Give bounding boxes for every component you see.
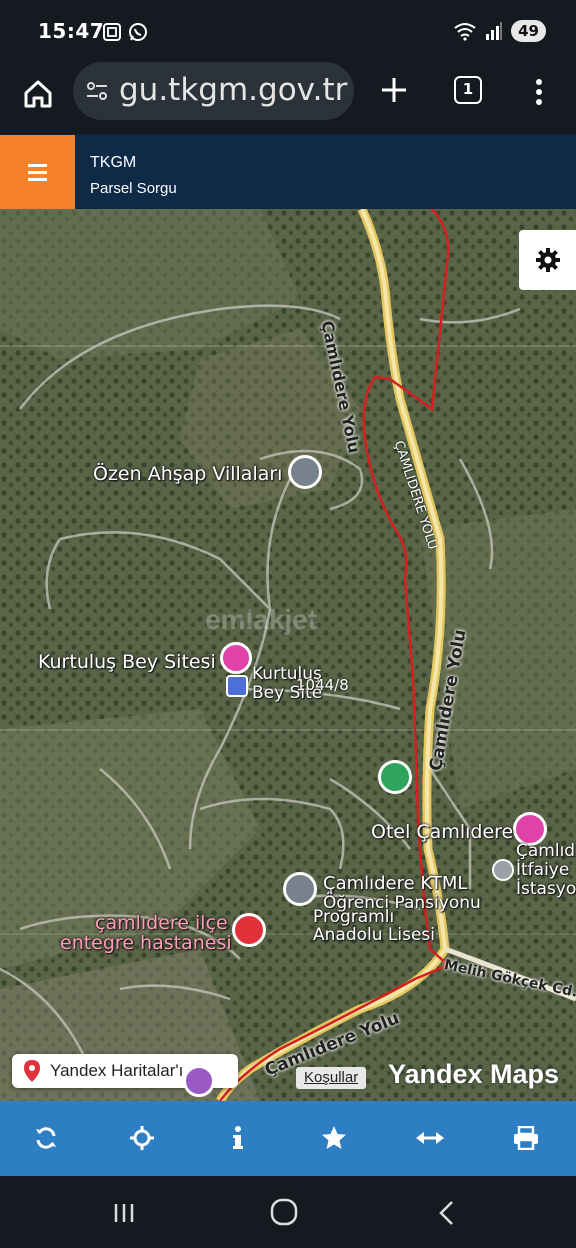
park-pin-icon[interactable] (378, 760, 412, 794)
app-header: TKGM Parsel Sorgu (0, 134, 576, 210)
place-itfaiye-line2: İtfaiye (516, 860, 570, 880)
home-nav-icon[interactable] (264, 1196, 304, 1230)
print-button[interactable] (511, 1123, 541, 1153)
battery-indicator: 49 (511, 20, 546, 42)
status-icons-right: 49 (453, 20, 546, 42)
browser-toolbar: gu.tkgm.gov.tr 1 (0, 62, 576, 134)
measure-icon (416, 1132, 444, 1144)
refresh-icon (36, 1127, 56, 1149)
screenshot-icon (103, 23, 121, 41)
hamburger-line (28, 164, 47, 167)
place-ktml-line1[interactable]: Çamlıdere KTML (323, 873, 467, 894)
school-pin-icon[interactable] (283, 872, 317, 906)
new-tab-icon[interactable] (378, 74, 410, 106)
place-hastane-line2: entegre hastanesi (60, 932, 232, 954)
recents-icon[interactable] (104, 1196, 144, 1230)
address-bar[interactable]: gu.tkgm.gov.tr (73, 62, 354, 120)
place-lise-line2: Anadolu Lisesi (313, 925, 436, 945)
whatsapp-icon (129, 23, 147, 41)
hotel-pin-icon[interactable] (220, 642, 252, 674)
place-hastane-line1[interactable]: çamlıdere ilçe (95, 912, 228, 934)
place-lise-line1: Programlı (313, 907, 395, 927)
print-icon (514, 1126, 538, 1150)
app-title: TKGM (90, 154, 137, 171)
tab-switcher-button[interactable]: 1 (454, 76, 482, 104)
yandex-maps-logo: Yandex Maps (388, 1059, 560, 1089)
status-time: 15:47 (38, 19, 105, 43)
gear-icon (535, 248, 560, 272)
place-kurtulus-bey-sitesi[interactable]: Kurtuluş Bey Sitesi (38, 651, 216, 673)
map-settings-button[interactable] (519, 230, 576, 290)
terms-link[interactable]: Koşullar (296, 1067, 367, 1089)
lodging-icon[interactable] (226, 675, 248, 697)
info-icon (233, 1126, 243, 1149)
site-settings-icon[interactable] (85, 79, 109, 103)
home-icon[interactable] (18, 74, 58, 114)
wifi-icon (454, 23, 476, 41)
star-icon (322, 1126, 346, 1149)
fire-station-pin-icon[interactable] (492, 859, 514, 881)
app-subtitle: Parsel Sorgu (90, 180, 177, 197)
map-toolbar (0, 1101, 576, 1176)
emlakjet-watermark: emlakjet (205, 604, 318, 635)
parcel-number-label: 1044/8 (296, 676, 349, 694)
museum-pin-icon[interactable] (183, 1065, 215, 1097)
menu-button[interactable] (0, 135, 75, 210)
back-icon[interactable] (426, 1196, 466, 1230)
place-ozen-villalari[interactable]: Özen Ahşap Villaları (93, 463, 282, 485)
favorite-button[interactable] (319, 1123, 349, 1153)
locate-icon (130, 1126, 154, 1150)
map-view[interactable]: emlakjet Çamlıdere Yolu ÇAMLIDERE YOLU Ç… (0, 209, 576, 1101)
place-otel-camlidere[interactable]: Otel Çamlıdere (371, 821, 513, 843)
locate-button[interactable] (127, 1123, 157, 1153)
more-options-icon[interactable] (528, 76, 550, 108)
status-bar: 15:47 49 (0, 0, 576, 62)
location-pin-icon[interactable] (288, 455, 322, 489)
signal-icon (486, 22, 503, 40)
place-itfaiye-line3: İstasyo (516, 879, 576, 899)
system-nav-bar (0, 1176, 576, 1248)
hamburger-line (28, 171, 47, 174)
hamburger-line (28, 178, 47, 181)
info-button[interactable] (223, 1123, 253, 1153)
measure-button[interactable] (415, 1123, 445, 1153)
status-icons-left (102, 22, 148, 42)
yandex-pin-icon (24, 1060, 40, 1082)
url-text: gu.tkgm.gov.tr (119, 72, 348, 108)
hospital-pin-icon[interactable] (232, 913, 266, 947)
place-itfaiye-line1: Çamlıd (516, 841, 576, 861)
refresh-button[interactable] (31, 1123, 61, 1153)
